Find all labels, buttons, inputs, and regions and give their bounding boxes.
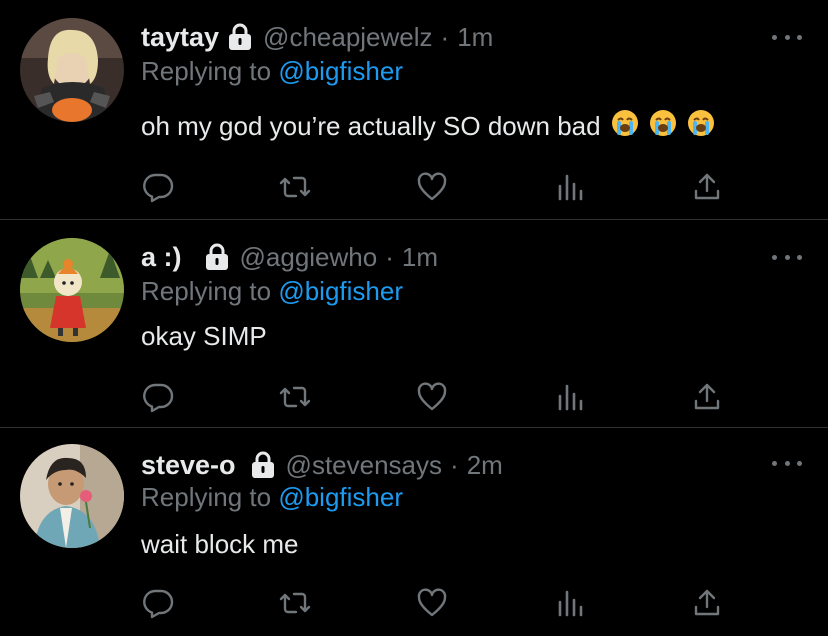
lock-icon [204, 243, 230, 271]
heart-icon[interactable] [415, 380, 449, 414]
share-icon[interactable] [690, 170, 724, 204]
display-name[interactable]: steve-o [141, 450, 236, 481]
reply-icon[interactable] [141, 586, 175, 620]
share-icon[interactable] [690, 380, 724, 414]
avatar[interactable] [20, 18, 124, 122]
lock-icon [250, 451, 276, 479]
mention-link[interactable]: @bigfisher [278, 276, 403, 306]
replying-to-line: Replying to @bigfisher [141, 482, 403, 513]
separator-dot: · [440, 21, 450, 52]
lock-icon [227, 23, 253, 51]
replying-to-line: Replying to @bigfisher [141, 56, 403, 87]
display-name[interactable]: taytay [141, 22, 219, 53]
tweet-text-content: okay SIMP [141, 320, 267, 351]
action-bar [0, 170, 828, 204]
replying-to-label: Replying to [141, 482, 272, 512]
tweet-reply-3[interactable]: steve-o @stevensays · 2m Replying to @bi… [0, 428, 828, 636]
action-bar [0, 586, 828, 620]
retweet-icon[interactable] [278, 380, 312, 414]
replying-to-line: Replying to @bigfisher [141, 276, 403, 307]
analytics-icon[interactable] [553, 380, 587, 414]
user-handle[interactable]: @aggiewho [240, 242, 378, 273]
loudly-crying-face-icon [649, 109, 677, 144]
action-bar [0, 380, 828, 414]
avatar[interactable] [20, 444, 124, 548]
tweet-reply-1[interactable]: taytay @cheapjewelz · 1m Replying to @bi… [0, 0, 828, 219]
retweet-icon[interactable] [278, 586, 312, 620]
timestamp[interactable]: 1m [457, 22, 493, 53]
tweet-reply-2[interactable]: a :) @aggiewho · 1m Replying to @bigfish… [0, 220, 828, 426]
tweet-text-content: wait block me [141, 528, 299, 559]
loudly-crying-face-icon [611, 109, 639, 144]
loudly-crying-face-icon [687, 109, 715, 144]
replying-to-label: Replying to [141, 276, 272, 306]
share-icon[interactable] [690, 586, 724, 620]
tweet-text-content: oh my god you’re actually SO down bad [141, 110, 601, 141]
more-icon[interactable] [772, 456, 802, 470]
display-name[interactable]: a :) [141, 242, 182, 273]
user-handle[interactable]: @cheapjewelz [263, 22, 432, 53]
more-icon[interactable] [772, 250, 802, 264]
mention-link[interactable]: @bigfisher [278, 482, 403, 512]
analytics-icon[interactable] [553, 586, 587, 620]
tweet-text: oh my god you’re actually SO down bad [141, 108, 715, 144]
reply-icon[interactable] [141, 380, 175, 414]
separator-dot: · [385, 241, 394, 272]
user-handle[interactable]: @stevensays [286, 450, 442, 481]
reply-icon[interactable] [141, 170, 175, 204]
heart-icon[interactable] [415, 170, 449, 204]
timestamp[interactable]: 1m [402, 242, 438, 273]
heart-icon[interactable] [415, 586, 449, 620]
replying-to-label: Replying to [141, 56, 272, 86]
timestamp[interactable]: 2m [467, 450, 503, 481]
retweet-icon[interactable] [278, 170, 312, 204]
separator-dot: · [450, 449, 459, 480]
avatar[interactable] [20, 238, 124, 342]
tweet-text: okay SIMP [141, 318, 267, 354]
tweet-text: wait block me [141, 526, 299, 562]
more-icon[interactable] [772, 30, 802, 44]
analytics-icon[interactable] [553, 170, 587, 204]
mention-link[interactable]: @bigfisher [278, 56, 403, 86]
